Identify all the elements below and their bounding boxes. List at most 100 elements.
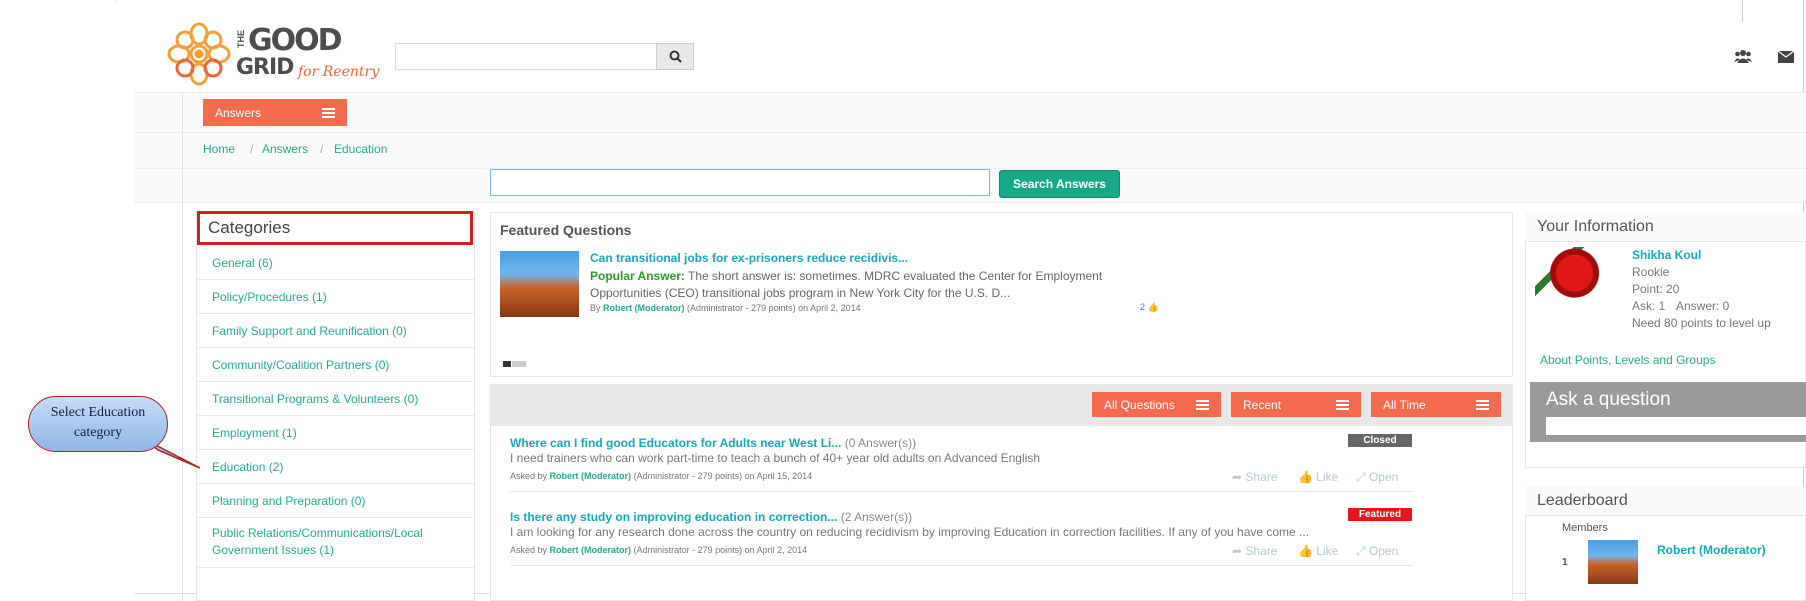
your-information-title: Your Information <box>1537 218 1654 235</box>
question-body: I need trainers who can work part-time t… <box>510 451 1040 465</box>
user-avatar <box>1535 247 1607 305</box>
question-divider <box>510 565 1413 566</box>
about-points-link[interactable]: About Points, Levels and Groups <box>1540 353 1715 367</box>
status-badge-featured: Featured <box>1348 508 1412 521</box>
share-action[interactable]: ➦ Share <box>1232 470 1277 484</box>
category-community[interactable]: Community/Coalition Partners (0) <box>197 348 474 382</box>
carousel-dot[interactable] <box>512 361 526 367</box>
like-label: Like <box>1316 470 1339 484</box>
menu-icon <box>1336 399 1349 410</box>
question-answer-count: (0 Answer(s)) <box>844 436 917 450</box>
callout-annotation: Select Education category <box>28 396 168 452</box>
question-meta: Asked by Robert (Moderator) (Administrat… <box>510 545 807 555</box>
featured-author-link[interactable]: Robert (Moderator) <box>603 303 685 313</box>
ask-question-input[interactable] <box>1546 417 1806 435</box>
featured-answer: Popular Answer: The short answer is: som… <box>590 268 1150 302</box>
logo-tagline: for Reentry <box>298 64 380 80</box>
logo-grid: GRID <box>236 55 294 80</box>
filter-all-questions[interactable]: All Questions <box>1092 392 1221 417</box>
carousel-dot-active[interactable] <box>503 361 511 367</box>
expand-icon: ⤢ <box>1356 470 1366 484</box>
asked-by-label: Asked by <box>510 545 548 555</box>
breadcrumb-separator: / <box>320 142 324 156</box>
filter-all-time[interactable]: All Time <box>1371 392 1501 417</box>
thumbs-up-icon: 👍 <box>1298 470 1313 484</box>
question-body: I am looking for any research done acros… <box>510 525 1310 539</box>
filter-all-label: All Questions <box>1104 397 1175 412</box>
status-badge-closed: Closed <box>1348 434 1412 447</box>
leaderboard-avatar <box>1588 540 1638 584</box>
featured-question-link[interactable]: Can transitional jobs for ex-prisoners r… <box>590 251 908 265</box>
question-author-meta: (Administrator - 279 points) on April 15… <box>633 471 813 481</box>
breadcrumb-answers[interactable]: Answers <box>262 142 308 156</box>
frame-line-left-top <box>115 0 116 2</box>
featured-meta: By Robert (Moderator) (Administrator - 2… <box>590 303 861 313</box>
question-divider <box>510 491 1413 492</box>
site-search-input[interactable] <box>395 43 657 70</box>
question-meta: Asked by Robert (Moderator) (Administrat… <box>510 471 812 481</box>
user-points: Point: 20 <box>1632 282 1680 296</box>
menu-icon <box>1476 399 1489 410</box>
question-author-link[interactable]: Robert (Moderator) <box>550 545 632 555</box>
question-author-meta: (Administrator - 279 points) on April 2,… <box>633 545 808 555</box>
category-employment[interactable]: Employment (1) <box>197 416 474 450</box>
open-action[interactable]: ⤢ Open <box>1356 544 1398 559</box>
breadcrumb-separator: / <box>250 142 254 156</box>
open-label: Open <box>1368 470 1399 484</box>
question-title[interactable]: Is there any study on improving educatio… <box>510 510 912 524</box>
featured-likes[interactable]: 2 👍 <box>1140 302 1159 313</box>
site-search-button[interactable] <box>656 43 694 70</box>
user-next-level: Need 80 points to level up <box>1632 316 1771 330</box>
menu-icon <box>1196 399 1209 410</box>
like-action[interactable]: 👍 Like <box>1298 544 1338 558</box>
category-education[interactable]: Education (2) <box>197 450 474 484</box>
featured-by-label: By <box>590 303 601 313</box>
question-title-link[interactable]: Where can I find good Educators for Adul… <box>510 436 841 450</box>
filter-recent-label: Recent <box>1243 397 1282 412</box>
asked-by-label: Asked by <box>510 471 548 481</box>
envelope-icon[interactable] <box>1778 51 1794 63</box>
featured-author-meta: (Administrator - 279 points) on April 2,… <box>687 303 861 313</box>
user-name-link[interactable]: Shikha Koul <box>1632 248 1701 262</box>
logo-the: THE <box>236 30 246 48</box>
leaderboard-title: Leaderboard <box>1537 492 1628 509</box>
group-icon[interactable] <box>1734 49 1752 63</box>
user-level: Rookie <box>1632 265 1670 279</box>
question-title-link[interactable]: Is there any study on improving educatio… <box>510 510 837 524</box>
category-planning[interactable]: Planning and Preparation (0) <box>197 484 474 518</box>
logo-good: GOOD <box>248 23 343 58</box>
categories-title: Categories <box>197 211 473 245</box>
ask-question-title: Ask a question <box>1546 389 1671 410</box>
like-action[interactable]: 👍 Like <box>1298 470 1338 484</box>
breadcrumb-education[interactable]: Education <box>334 142 387 156</box>
category-family-support[interactable]: Family Support and Reunification (0) <box>197 314 474 348</box>
search-answers-button[interactable]: Search Answers <box>999 170 1120 198</box>
logo-flower-icon <box>167 22 231 86</box>
leaderboard-member-link[interactable]: Robert (Moderator) <box>1657 543 1766 557</box>
answers-menu-button[interactable]: Answers <box>203 99 347 126</box>
category-policy[interactable]: Policy/Procedures (1) <box>197 280 474 314</box>
frame-line-left <box>182 92 183 601</box>
question-answer-count: (2 Answer(s)) <box>840 510 913 524</box>
category-transitional[interactable]: Transitional Programs & Volunteers (0) <box>197 382 474 416</box>
question-author-link[interactable]: Robert (Moderator) <box>550 471 632 481</box>
category-general[interactable]: General (6) <box>197 246 474 280</box>
featured-thumbnail <box>500 251 579 317</box>
share-action[interactable]: ➦ Share <box>1232 544 1277 558</box>
category-public-relations[interactable]: Public Relations/Communications/Local Go… <box>197 518 474 568</box>
frame-line-right-top <box>1742 0 1743 22</box>
share-label: Share <box>1245 470 1278 484</box>
leaderboard-members-label: Members <box>1562 522 1608 534</box>
question-title[interactable]: Where can I find good Educators for Adul… <box>510 436 916 450</box>
open-action[interactable]: ⤢ Open <box>1356 470 1398 485</box>
like-label: Like <box>1316 544 1339 558</box>
filter-time-label: All Time <box>1383 397 1426 412</box>
popular-answer-label: Popular Answer: <box>590 269 685 283</box>
leaderboard-rank: 1 <box>1562 557 1568 568</box>
breadcrumb-home[interactable]: Home <box>203 142 235 156</box>
answers-search-input[interactable] <box>490 169 990 196</box>
featured-title: Featured Questions <box>500 222 632 238</box>
menu-icon <box>322 107 335 118</box>
filter-recent[interactable]: Recent <box>1231 392 1361 417</box>
share-label: Share <box>1245 544 1278 558</box>
